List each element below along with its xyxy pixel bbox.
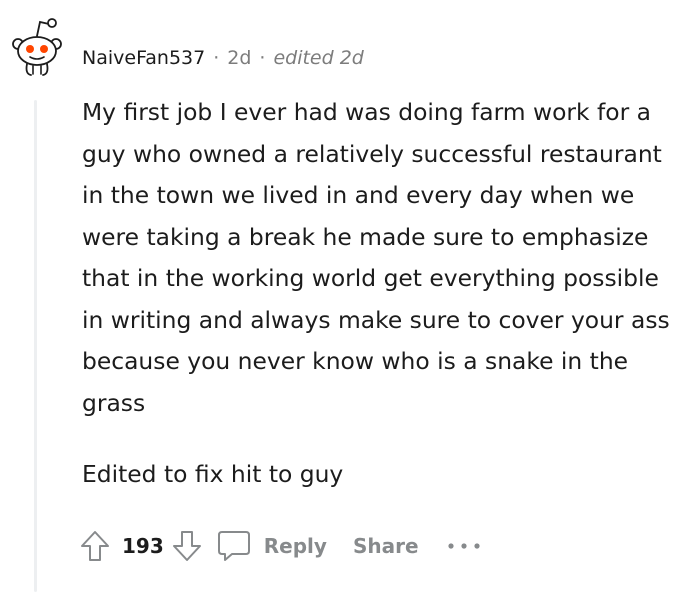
edited-label: edited 2d xyxy=(273,47,364,69)
downvote-arrow-icon[interactable] xyxy=(172,530,202,562)
comment-actions: 193 Reply Share xyxy=(80,526,481,566)
vote-score: 193 xyxy=(122,534,164,558)
comment-body: My first job I ever had was doing farm w… xyxy=(82,92,682,496)
share-button[interactable]: Share xyxy=(353,534,419,558)
meta-separator: · xyxy=(213,47,220,69)
comment-paragraph: Edited to fix hit to guy xyxy=(82,460,344,488)
snoo-avatar-icon[interactable] xyxy=(9,14,67,76)
ellipsis-icon[interactable] xyxy=(447,541,481,551)
comment: NaiveFan537 · 2d · edited 2d My first jo… xyxy=(0,0,700,595)
comment-paragraph: My first job I ever had was doing farm w… xyxy=(82,98,670,417)
comment-author[interactable]: NaiveFan537 xyxy=(82,47,205,69)
speech-bubble-icon xyxy=(216,529,252,563)
meta-separator: · xyxy=(259,47,266,69)
comment-age[interactable]: 2d xyxy=(227,47,251,69)
reply-button[interactable]: Reply xyxy=(216,529,327,563)
upvote-arrow-icon[interactable] xyxy=(80,530,110,562)
thread-line[interactable] xyxy=(34,100,37,592)
comment-header: NaiveFan537 · 2d · edited 2d xyxy=(82,42,364,74)
reply-label: Reply xyxy=(263,534,327,558)
